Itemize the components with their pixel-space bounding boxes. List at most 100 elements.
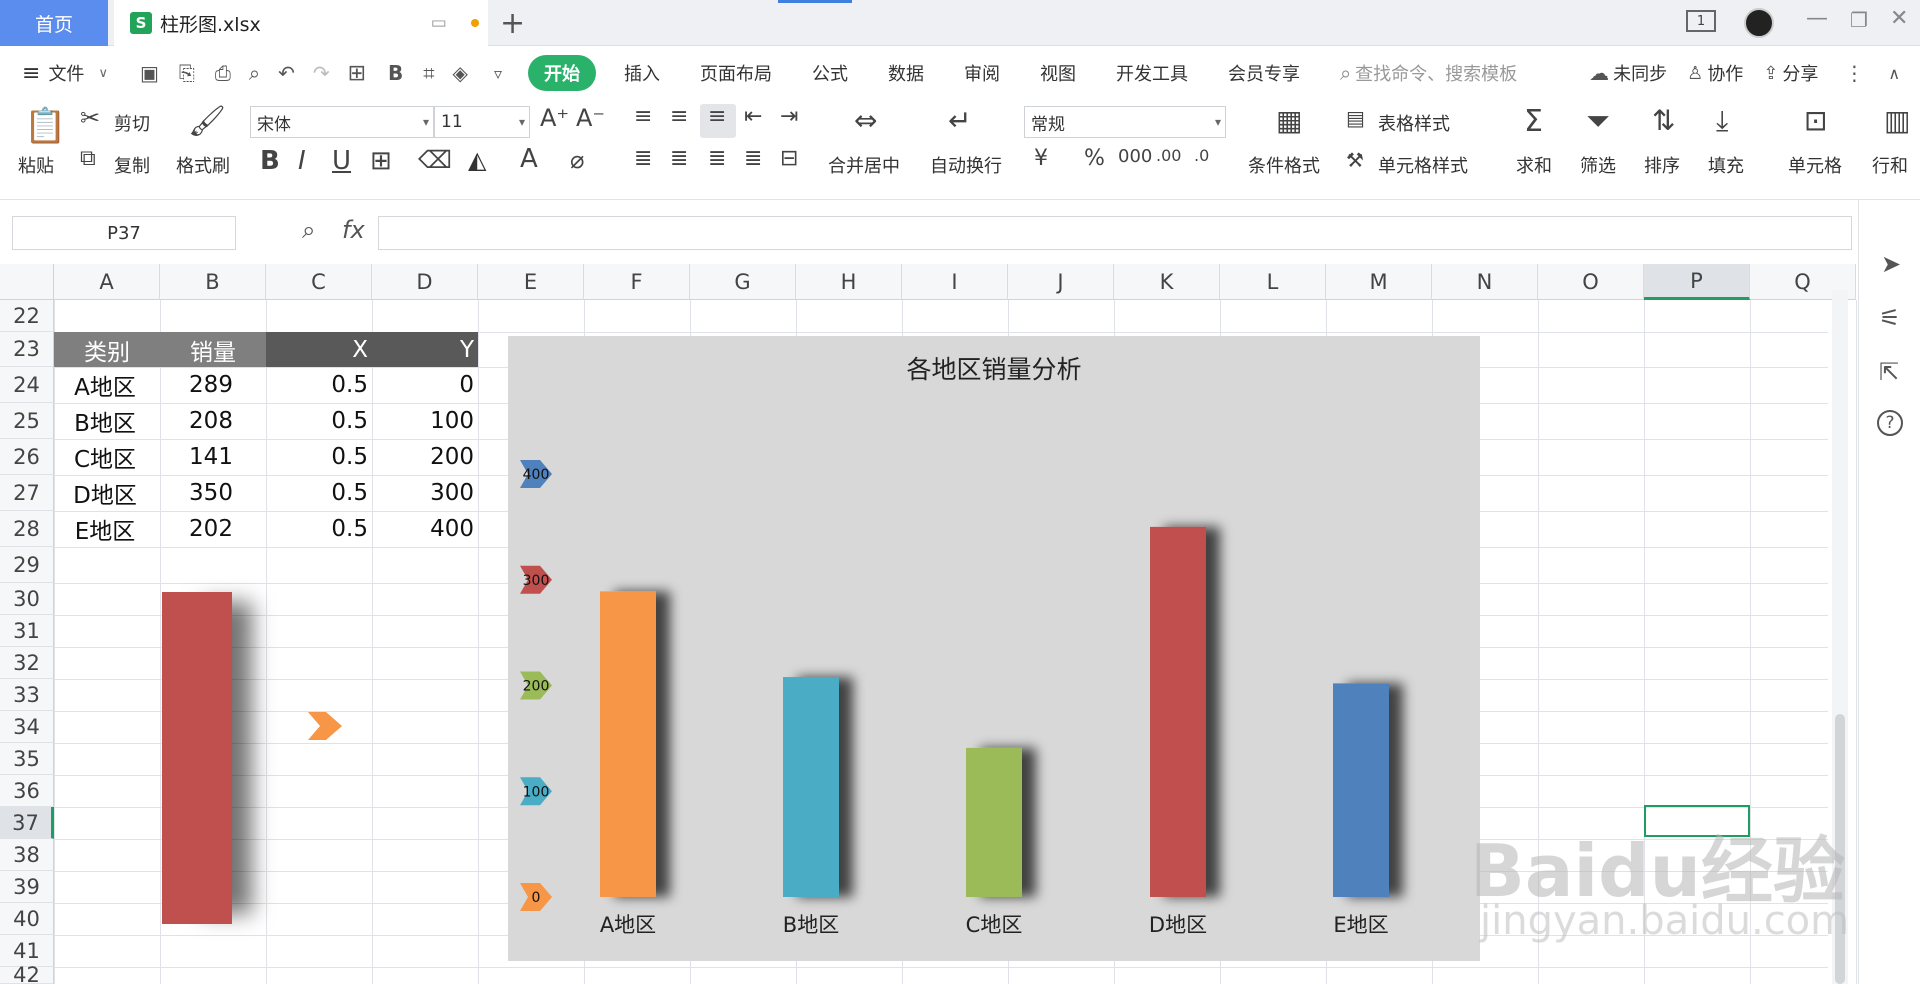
column-header-f[interactable]: F xyxy=(584,264,690,300)
menu-page-layout[interactable]: 页面布局 xyxy=(700,60,772,86)
collab-button[interactable]: 协作 xyxy=(1707,60,1743,86)
indent-increase-icon[interactable]: ⇥ xyxy=(780,104,798,129)
row-header-27[interactable]: 27 xyxy=(0,475,54,511)
menu-start[interactable]: 开始 xyxy=(527,55,596,91)
row-header-31[interactable]: 31 xyxy=(0,615,54,647)
table-cell[interactable]: 208 xyxy=(160,403,262,439)
column-header-g[interactable]: G xyxy=(690,264,796,300)
row-header-33[interactable]: 33 xyxy=(0,679,54,711)
conditional-format-icon[interactable]: ▦ xyxy=(1276,104,1302,137)
cell-button[interactable]: 单元格 xyxy=(1788,152,1842,178)
menu-data[interactable]: 数据 xyxy=(888,60,924,86)
justify-icon[interactable]: ≣ xyxy=(744,146,762,171)
clear-icon[interactable]: ⌀ xyxy=(570,146,584,174)
copy-button[interactable]: 复制 xyxy=(114,152,150,178)
table-cell[interactable]: 300 xyxy=(372,475,474,511)
row-header-40[interactable]: 40 xyxy=(0,903,54,935)
bar-C地区[interactable] xyxy=(966,747,1022,897)
align-middle-icon[interactable]: ≡ xyxy=(670,104,688,129)
column-header-n[interactable]: N xyxy=(1432,264,1538,300)
italic-icon[interactable]: I xyxy=(298,146,306,176)
format-painter-button[interactable]: 格式刷 xyxy=(176,152,230,178)
menu-insert[interactable]: 插入 xyxy=(624,60,660,86)
row-header-30[interactable]: 30 xyxy=(0,583,54,615)
column-header-p[interactable]: P xyxy=(1644,264,1750,300)
cell-style-button[interactable]: 单元格样式 xyxy=(1378,152,1468,178)
fx-icon[interactable]: fx xyxy=(342,216,365,244)
table-cell[interactable]: 100 xyxy=(372,403,474,439)
row-header-42[interactable]: 42 xyxy=(0,963,54,984)
row-header-24[interactable]: 24 xyxy=(0,367,54,403)
table-cell[interactable]: 0.5 xyxy=(266,403,368,439)
border-icon[interactable]: ⊞ xyxy=(348,61,366,86)
sum-icon[interactable]: Σ xyxy=(1524,104,1543,139)
table-cell[interactable]: 0.5 xyxy=(266,367,368,403)
sort-icon[interactable]: ⇅ xyxy=(1652,104,1675,137)
orange-arrow-shape[interactable] xyxy=(308,712,342,740)
column-header-i[interactable]: I xyxy=(902,264,1008,300)
tab-home[interactable]: 首页 xyxy=(0,0,108,46)
scissors-icon[interactable]: ✂ xyxy=(80,104,100,132)
row-header-35[interactable]: 35 xyxy=(0,743,54,775)
paste-button[interactable]: 粘贴 xyxy=(18,152,54,178)
cut-button[interactable]: 剪切 xyxy=(114,110,150,136)
underline-icon[interactable]: U xyxy=(332,146,351,176)
monitor-icon[interactable]: ▭ xyxy=(431,13,447,33)
header-category[interactable]: 类别 xyxy=(54,332,160,367)
help-icon[interactable]: ? xyxy=(1877,410,1903,436)
filter-button[interactable]: 筛选 xyxy=(1580,152,1616,178)
row-header-25[interactable]: 25 xyxy=(0,403,54,439)
align-bottom-icon[interactable]: ≡ xyxy=(708,104,726,129)
column-header-h[interactable]: H xyxy=(796,264,902,300)
hamburger-icon[interactable]: ≡ xyxy=(22,61,40,86)
fill-button[interactable]: 填充 xyxy=(1708,152,1744,178)
settings-sliders-icon[interactable]: ⚟ xyxy=(1879,304,1901,332)
number-format-select[interactable]: 常规 ▾ xyxy=(1024,106,1226,138)
table-cell[interactable]: D地区 xyxy=(54,475,156,511)
fill-color-icon[interactable]: ◭ xyxy=(468,146,486,174)
align-left-icon[interactable]: ≣ xyxy=(634,146,652,171)
row-header-32[interactable]: 32 xyxy=(0,647,54,679)
bar-A地区[interactable] xyxy=(600,591,656,897)
font-shrink-icon[interactable]: A⁻ xyxy=(576,104,605,132)
search-input[interactable]: 查找命令、搜索模板 xyxy=(1355,60,1517,86)
rowcol-icon[interactable]: ▥ xyxy=(1884,104,1910,137)
cursor-icon[interactable]: ➤ xyxy=(1881,250,1901,278)
table-style-button[interactable]: 表格样式 xyxy=(1378,110,1450,136)
preview-icon[interactable]: ⌕ xyxy=(249,61,260,85)
bold-icon[interactable]: B xyxy=(260,146,280,176)
align-right-icon[interactable]: ≣ xyxy=(708,146,726,171)
erase-format-icon[interactable]: ⌫ xyxy=(418,146,452,174)
copy-icon[interactable]: ⧉ xyxy=(80,146,96,171)
zoom-icon[interactable]: ⌕ xyxy=(302,216,315,244)
filter-icon[interactable]: ⏷ xyxy=(1586,104,1610,139)
select-all-corner[interactable] xyxy=(0,264,54,300)
align-center-icon[interactable]: ≣ xyxy=(670,146,688,171)
menu-view[interactable]: 视图 xyxy=(1040,60,1076,86)
fill-down-icon[interactable]: ⤓ xyxy=(1716,104,1728,138)
chart-area[interactable]: 各地区销量分析 0 100 200 300 400 A地区 B地区 C地区 D地区 E地区 xyxy=(508,336,1480,961)
table-cell[interactable]: 0.5 xyxy=(266,439,368,475)
red-bar-shape[interactable] xyxy=(162,592,232,924)
percent-icon[interactable]: % xyxy=(1084,146,1105,171)
indent-decrease-icon[interactable]: ⇤ xyxy=(744,104,762,129)
row-header-36[interactable]: 36 xyxy=(0,775,54,807)
table-cell[interactable]: 200 xyxy=(372,439,474,475)
table-cell[interactable]: A地区 xyxy=(54,367,156,403)
paste-icon[interactable]: 📋 xyxy=(24,106,66,146)
row-header-39[interactable]: 39 xyxy=(0,871,54,903)
table-cell[interactable]: 141 xyxy=(160,439,262,475)
column-header-b[interactable]: B xyxy=(160,264,266,300)
table-cell[interactable]: 0.5 xyxy=(266,511,368,547)
thousands-icon[interactable]: 000 xyxy=(1118,146,1152,167)
redo-icon[interactable]: ↷ xyxy=(313,61,330,85)
format-icon[interactable]: ⌗ xyxy=(423,61,434,85)
column-header-c[interactable]: C xyxy=(266,264,372,300)
merge-button[interactable]: 合并居中 xyxy=(828,152,900,178)
brush-icon[interactable]: 🖌 xyxy=(188,104,226,139)
row-header-26[interactable]: 26 xyxy=(0,439,54,475)
column-header-j[interactable]: J xyxy=(1008,264,1114,300)
align-top-icon[interactable]: ≡ xyxy=(634,104,652,129)
font-color-icon[interactable]: A xyxy=(520,144,538,174)
table-cell[interactable]: 202 xyxy=(160,511,262,547)
